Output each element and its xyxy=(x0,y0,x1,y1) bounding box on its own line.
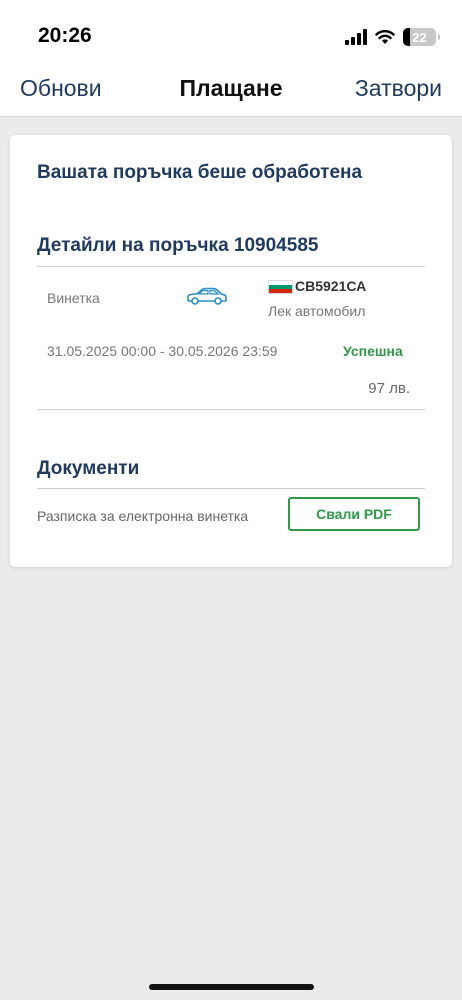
license-plate: СВ5921СА xyxy=(295,278,367,294)
divider xyxy=(37,488,425,489)
item-type: Винетка xyxy=(47,290,100,306)
receipt-label: Разписка за електронна винетка xyxy=(37,508,249,524)
flag-stripe-red xyxy=(269,289,292,293)
vehicle-type: Лек автомобил xyxy=(268,303,366,319)
wifi-icon xyxy=(375,30,395,44)
price: 97 лв. xyxy=(368,380,410,397)
bulgaria-flag-icon xyxy=(268,280,293,294)
divider xyxy=(37,266,425,267)
close-button[interactable]: Затвори xyxy=(355,75,442,102)
home-indicator[interactable] xyxy=(149,984,314,990)
battery-fill xyxy=(403,28,411,46)
order-details-heading: Детайли на поръчка 10904585 xyxy=(37,235,319,256)
status-icons: 22 xyxy=(345,27,440,47)
status-badge: Успешна xyxy=(343,343,403,359)
status-time: 20:26 xyxy=(38,24,92,47)
validity-period: 31.05.2025 00:00 - 30.05.2026 23:59 xyxy=(47,343,278,359)
battery-icon: 22 xyxy=(403,28,440,46)
divider xyxy=(37,409,425,410)
status-bar: 20:26 22 xyxy=(0,0,462,70)
documents-heading: Документи xyxy=(37,458,140,479)
car-icon xyxy=(187,287,227,305)
signal-icon xyxy=(345,29,367,45)
download-pdf-button[interactable]: Свали PDF xyxy=(288,497,420,531)
battery-level: 22 xyxy=(412,29,427,45)
navigation-bar: Обнови Плащане Затвори xyxy=(0,70,462,117)
order-confirmation-title: Вашата поръчка беше обработена xyxy=(37,162,363,183)
order-card: Вашата поръчка беше обработена Детайли н… xyxy=(10,135,452,567)
